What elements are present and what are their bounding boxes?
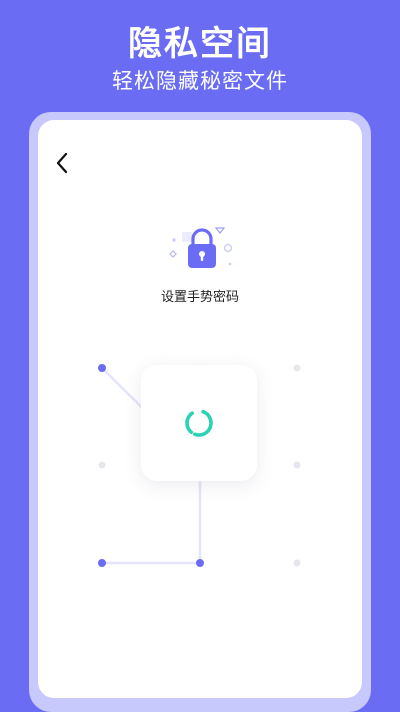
pattern-dot-middle-left[interactable]	[98, 461, 106, 469]
loading-spinner-icon	[185, 409, 213, 437]
pattern-dot-bottom-right[interactable]	[293, 559, 301, 567]
promo-subtitle: 轻松隐藏秘密文件	[112, 69, 288, 93]
loading-card	[141, 365, 257, 481]
pattern-dot-middle-right[interactable]	[293, 461, 301, 469]
phone-screen: 设置手势密码	[38, 120, 362, 698]
promo-title: 隐私空间	[128, 24, 272, 64]
pattern-dot-top-left[interactable]	[98, 364, 106, 372]
pattern-dot-top-right[interactable]	[293, 364, 301, 372]
pattern-dot-bottom-left[interactable]	[98, 559, 106, 567]
pattern-dot-bottom-center[interactable]	[196, 559, 204, 567]
